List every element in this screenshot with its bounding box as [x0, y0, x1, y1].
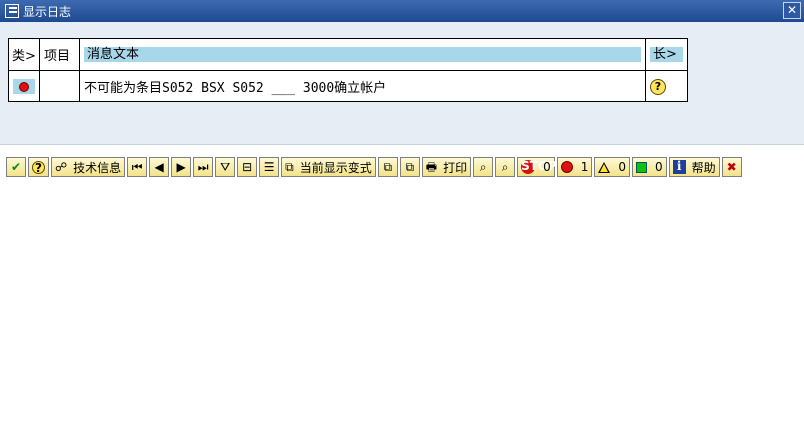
log-icon	[5, 4, 19, 18]
previous-page-button[interactable]: ◀	[149, 157, 170, 177]
print-icon: 🖶	[425, 160, 438, 174]
info-icon: i	[672, 160, 686, 174]
message-grid: 类> 项目 消息文本 长> 不可能为条目S052 BSX S052 ___ 30…	[8, 38, 688, 102]
grid-header-row: 类> 项目 消息文本 长>	[9, 39, 687, 71]
column-header-message[interactable]: 消息文本	[80, 39, 646, 70]
row-message-cell[interactable]: 不可能为条目S052 BSX S052 ___ 3000确立帐户	[80, 71, 646, 102]
window-title: 显示日志	[23, 4, 72, 19]
last-page-icon: ⏭	[197, 160, 209, 174]
checkmark-icon: ✔	[10, 160, 22, 174]
continue-button[interactable]: ✔	[6, 157, 26, 177]
cancel-icon: ✖	[726, 160, 737, 174]
print-button[interactable]: 🖶 打印	[421, 157, 472, 177]
warning-icon	[598, 161, 611, 173]
tech-info-button[interactable]: ☍ 技术信息	[51, 157, 126, 177]
error-messages-button[interactable]: 1	[556, 157, 593, 177]
last-page-button[interactable]: ⏭	[193, 157, 214, 177]
message-text: 不可能为条目S052 BSX S052 ___ 3000确立帐户	[84, 81, 387, 96]
tech-info-icon: ☍	[55, 160, 68, 174]
first-page-button[interactable]: ⏮	[127, 157, 148, 177]
column-header-item[interactable]: 项目	[40, 39, 80, 70]
success-icon	[636, 161, 648, 173]
error-status-icon	[13, 79, 35, 94]
table-row[interactable]: 不可能为条目S052 BSX S052 ___ 3000确立帐户 ?	[9, 71, 687, 102]
save-layout-button[interactable]: ⧉	[399, 157, 420, 177]
log-panel: 类> 项目 消息文本 长> 不可能为条目S052 BSX S052 ___ 30…	[0, 22, 804, 145]
first-page-icon: ⏮	[131, 160, 143, 174]
filter-button[interactable]: ⛛	[215, 157, 236, 177]
alv-toolbar: ✔ ? ☍ 技术信息 ⏮ ◀ ▶ ⏭ ⛛ ⊟ ☰ ⧉ 当前显示变式 ⧉ ⧉ 🖶 打印 …	[6, 156, 742, 178]
subtotal-icon: ☰	[263, 160, 275, 174]
binoculars-icon: ⌕	[479, 160, 487, 174]
column-header-long-text[interactable]: 长>	[646, 39, 687, 70]
subtotal-button[interactable]: ☰	[259, 157, 280, 177]
stop-messages-button[interactable]: STOP 0	[517, 157, 557, 177]
sum-icon: ⊟	[242, 160, 253, 174]
choose-layout-button[interactable]: ⧉	[377, 157, 398, 177]
sum-button[interactable]: ⊟	[237, 157, 258, 177]
column-header-type[interactable]: 类>	[9, 39, 40, 70]
row-long-text-cell[interactable]: ?	[646, 71, 687, 102]
filter-icon: ⛛	[220, 160, 231, 174]
stop-icon: STOP	[521, 159, 557, 174]
layout-icon: ⧉	[285, 160, 294, 174]
find-button[interactable]: ⌕	[473, 157, 494, 177]
row-status-cell[interactable]	[9, 71, 40, 102]
help-info-button[interactable]: ?	[28, 157, 49, 177]
question-icon: ?	[32, 160, 45, 174]
next-icon: ▶	[176, 160, 186, 174]
row-item-cell[interactable]	[40, 71, 80, 102]
cancel-button[interactable]: ✖	[721, 157, 742, 177]
current-layout-button[interactable]: ⧉ 当前显示变式	[281, 157, 376, 177]
success-messages-button[interactable]: 0	[632, 157, 667, 177]
warning-messages-button[interactable]: 0	[594, 157, 631, 177]
help-button[interactable]: i 帮助	[668, 157, 720, 177]
help-icon[interactable]: ?	[650, 78, 666, 95]
previous-icon: ◀	[154, 160, 164, 174]
find-next-button[interactable]: ⌕	[495, 157, 516, 177]
close-window-button[interactable]: ✕	[783, 2, 801, 19]
choose-layout-icon: ⧉	[383, 160, 393, 174]
save-layout-icon: ⧉	[405, 160, 415, 174]
next-page-button[interactable]: ▶	[171, 157, 192, 177]
binoculars-next-icon: ⌕	[501, 160, 509, 174]
title-bar: 显示日志 ✕	[0, 0, 804, 22]
error-icon	[560, 161, 573, 173]
